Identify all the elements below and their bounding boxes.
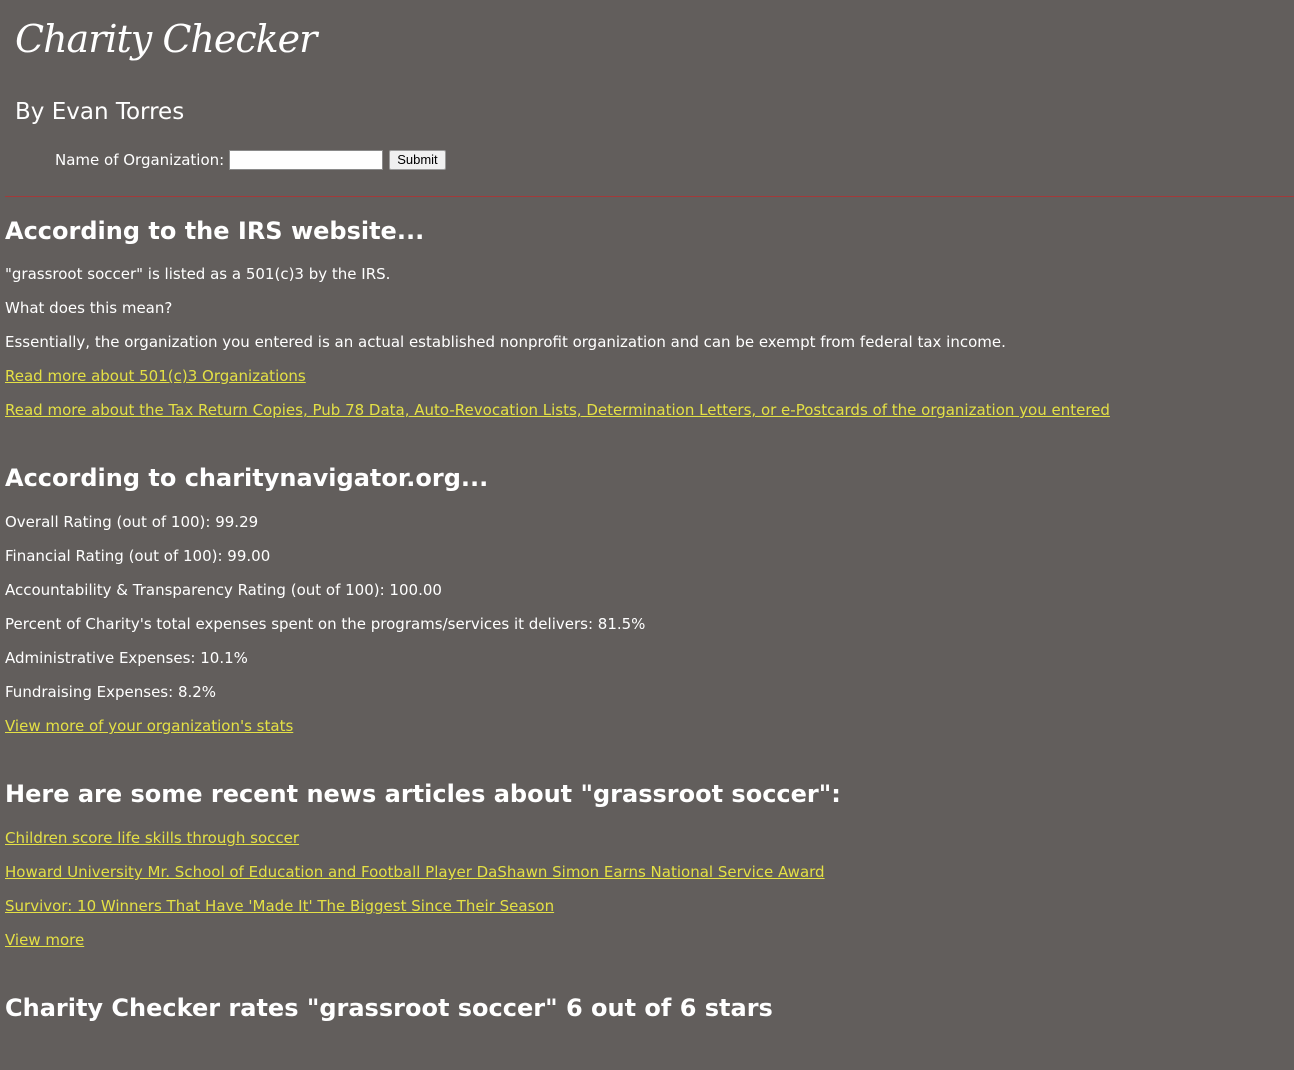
news-article-link[interactable]: Howard University Mr. School of Educatio… (5, 863, 825, 881)
charity-navigator-section: According to charitynavigator.org... Ove… (5, 463, 1285, 743)
charity-checker-rating: Charity Checker rates "grassroot soccer"… (5, 994, 773, 1022)
news-article-link[interactable]: Children score life skills through socce… (5, 829, 299, 847)
overall-rating: Overall Rating (out of 100): 99.29 (5, 513, 259, 531)
financial-rating: Financial Rating (out of 100): 99.00 (5, 547, 271, 565)
submit-button[interactable]: Submit (389, 150, 446, 170)
fundraising-expenses: Fundraising Expenses: 8.2% (5, 683, 217, 701)
news-heading: Here are some recent news articles about… (5, 780, 841, 808)
rating-section: Charity Checker rates "grassroot soccer"… (5, 993, 1285, 1023)
search-label: Name of Organization: (55, 151, 225, 169)
charity-navigator-heading: According to charitynavigator.org... (5, 464, 489, 492)
program-expenses: Percent of Charity's total expenses spen… (5, 615, 646, 633)
administrative-expenses: Administrative Expenses: 10.1% (5, 649, 248, 667)
irs-explanation: Essentially, the organization you entere… (5, 333, 1006, 351)
irs-records-link[interactable]: Read more about the Tax Return Copies, P… (5, 401, 1110, 419)
author-byline: By Evan Torres (15, 99, 185, 125)
501c3-info-link[interactable]: Read more about 501(c)3 Organizations (5, 367, 306, 385)
search-form: Name of Organization: Submit (55, 149, 446, 171)
view-stats-link[interactable]: View more of your organization's stats (5, 717, 293, 735)
accountability-rating: Accountability & Transparency Rating (ou… (5, 581, 442, 599)
irs-heading: According to the IRS website... (5, 217, 425, 245)
irs-section: According to the IRS website... "grassro… (5, 216, 1285, 427)
irs-question: What does this mean? (5, 299, 173, 317)
news-section: Here are some recent news articles about… (5, 779, 1285, 957)
view-more-news-link[interactable]: View more (5, 931, 84, 949)
section-divider (5, 196, 1294, 197)
app-title: Charity Checker (15, 17, 317, 61)
news-article-link[interactable]: Survivor: 10 Winners That Have 'Made It'… (5, 897, 554, 915)
irs-status-text: "grassroot soccer" is listed as a 501(c)… (5, 265, 391, 283)
organization-name-input[interactable] (229, 150, 384, 170)
